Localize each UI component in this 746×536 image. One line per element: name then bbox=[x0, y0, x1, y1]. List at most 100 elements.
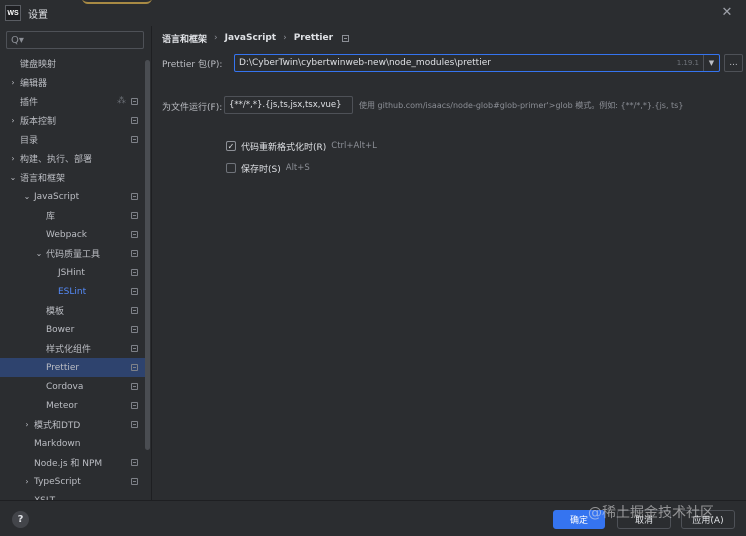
sidebar-item[interactable]: Cordova bbox=[0, 377, 148, 396]
sidebar-item-label: 构建、执行、部署 bbox=[20, 155, 93, 165]
project-scope-icon bbox=[131, 383, 138, 390]
chevron-icon[interactable]: › bbox=[8, 78, 18, 87]
chevron-down-icon[interactable]: ▼ bbox=[703, 55, 719, 71]
on-reformat-option[interactable]: ✓ 代码重新格式化时(R) Ctrl+Alt+L bbox=[226, 138, 377, 154]
sidebar-item-label: 语言和框架 bbox=[20, 174, 66, 184]
sidebar-item[interactable]: XSLT bbox=[0, 491, 148, 501]
sidebar-item[interactable]: Bower bbox=[0, 320, 148, 339]
sidebar-item[interactable]: Node.js 和 NPM bbox=[0, 453, 148, 472]
sidebar-item-label: 键盘映射 bbox=[20, 60, 57, 70]
run-for-files-row: 为文件运行(F): {**/*,*}.{js,ts,jsx,tsx,vue} 使… bbox=[162, 96, 742, 114]
chevron-icon[interactable]: ⌄ bbox=[22, 192, 32, 201]
sidebar-item-label: 样式化组件 bbox=[46, 345, 92, 355]
sidebar-item-label: 版本控制 bbox=[20, 117, 57, 127]
sidebar-item[interactable]: Markdown bbox=[0, 434, 148, 453]
sidebar-item[interactable]: › 构建、执行、部署 bbox=[0, 149, 148, 168]
on-save-label: 保存时(S) bbox=[241, 164, 281, 175]
project-scope-icon bbox=[131, 326, 138, 333]
close-icon[interactable]: ✕ bbox=[720, 5, 734, 20]
project-scope-icon bbox=[131, 364, 138, 371]
project-scope-icon bbox=[131, 345, 138, 352]
chevron-icon[interactable]: › bbox=[22, 420, 32, 429]
sidebar-item[interactable]: › 编辑器 bbox=[0, 73, 148, 92]
chevron-icon[interactable]: ⌄ bbox=[8, 173, 18, 182]
prettier-package-row: Prettier 包(P): D:\CyberTwin\cybertwinweb… bbox=[162, 54, 746, 72]
chevron-icon[interactable]: ⌄ bbox=[34, 249, 44, 258]
project-scope-icon bbox=[131, 307, 138, 314]
translate-icon: ⁂ bbox=[117, 96, 126, 106]
search-icon: Q▾ bbox=[11, 34, 24, 46]
sidebar-item-label: Bower bbox=[46, 324, 75, 335]
prettier-version-label: 1.19.1 bbox=[676, 59, 699, 67]
sidebar-item-label: TypeScript bbox=[34, 476, 81, 487]
sidebar-item-label: 模板 bbox=[46, 307, 65, 317]
sidebar-item-label: 代码质量工具 bbox=[46, 250, 101, 260]
chevron-icon[interactable]: › bbox=[8, 116, 18, 125]
annotation-scribble bbox=[82, 0, 152, 4]
sidebar-item[interactable]: › 版本控制 bbox=[0, 111, 148, 130]
breadcrumb-item: JavaScript bbox=[224, 33, 277, 43]
project-scope-icon bbox=[131, 288, 138, 295]
sidebar-item-label: Meteor bbox=[46, 400, 78, 411]
chevron-icon[interactable]: › bbox=[22, 477, 32, 486]
sidebar-item[interactable]: Prettier bbox=[0, 358, 148, 377]
help-icon[interactable]: ? bbox=[12, 511, 29, 528]
sidebar-item-label: ESLint bbox=[58, 286, 87, 297]
project-scope-icon bbox=[131, 459, 138, 466]
breadcrumb: 语言和框架 › JavaScript › Prettier bbox=[162, 30, 350, 46]
sidebar-item[interactable]: 库 bbox=[0, 206, 148, 225]
sidebar-item[interactable]: ⌄ 语言和框架 bbox=[0, 168, 148, 187]
sidebar-item[interactable]: JSHint bbox=[0, 263, 148, 282]
project-scope-icon bbox=[131, 212, 138, 219]
sidebar-item-label: 编辑器 bbox=[20, 79, 48, 89]
glob-pattern-hint: 使用 github.com/isaacs/node-glob#glob-prim… bbox=[359, 101, 684, 110]
sidebar-item-label: Cordova bbox=[46, 381, 84, 392]
sidebar-item[interactable]: 模板 bbox=[0, 301, 148, 320]
title-bar: WS 设置 ✕ bbox=[0, 0, 746, 26]
breadcrumb-item: Prettier bbox=[293, 33, 334, 43]
sidebar-item[interactable]: Meteor bbox=[0, 396, 148, 415]
project-scope-icon bbox=[131, 98, 138, 105]
sidebar-item-label: 目录 bbox=[20, 136, 39, 146]
sidebar-item[interactable]: 样式化组件 bbox=[0, 339, 148, 358]
sidebar-item[interactable]: 键盘映射 bbox=[0, 54, 148, 73]
chevron-icon[interactable]: › bbox=[8, 154, 18, 163]
sidebar-item[interactable]: › 模式和DTD bbox=[0, 415, 148, 434]
breadcrumb-separator-icon: › bbox=[214, 33, 218, 43]
browse-button[interactable]: ... bbox=[724, 54, 743, 72]
on-save-shortcut: Alt+S bbox=[285, 163, 310, 173]
sidebar-item[interactable]: 目录 bbox=[0, 130, 148, 149]
sidebar-item[interactable]: › TypeScript bbox=[0, 472, 148, 491]
webstorm-logo-icon: WS bbox=[5, 5, 21, 21]
window-title: 设置 bbox=[28, 9, 48, 21]
settings-sidebar: Q▾ 键盘映射 › 编辑器 插件 ⁂ › 版本控制 目录 › 构建、执行、部署 ⌄ 语言和框架 ⌄ Jav… bbox=[0, 26, 152, 500]
settings-tree: 键盘映射 › 编辑器 插件 ⁂ › 版本控制 目录 › 构建、执行、部署 ⌄ 语言和框架 ⌄ JavaSc… bbox=[0, 54, 148, 500]
sidebar-item[interactable]: 插件 ⁂ bbox=[0, 92, 148, 111]
prettier-package-value: D:\CyberTwin\cybertwinweb-new\node_modul… bbox=[239, 58, 491, 68]
sidebar-item[interactable]: ESLint bbox=[0, 282, 148, 301]
project-scope-icon bbox=[131, 117, 138, 124]
sidebar-scrollbar[interactable] bbox=[145, 60, 150, 450]
on-save-checkbox[interactable] bbox=[226, 163, 236, 173]
project-scope-icon bbox=[131, 269, 138, 276]
sidebar-item-label: JSHint bbox=[58, 267, 85, 278]
project-scope-icon bbox=[131, 136, 138, 143]
project-scope-icon bbox=[131, 250, 138, 257]
project-scope-icon bbox=[131, 193, 138, 200]
sidebar-item-label: 插件 bbox=[20, 98, 39, 108]
sidebar-item[interactable]: ⌄ JavaScript bbox=[0, 187, 148, 206]
sidebar-item[interactable]: Webpack bbox=[0, 225, 148, 244]
prettier-package-combo[interactable]: D:\CyberTwin\cybertwinweb-new\node_modul… bbox=[234, 54, 720, 72]
on-reformat-label: 代码重新格式化时(R) bbox=[241, 142, 327, 153]
project-scope-icon bbox=[131, 478, 138, 485]
run-for-files-input[interactable]: {**/*,*}.{js,ts,jsx,tsx,vue} bbox=[224, 96, 353, 114]
on-reformat-checkbox[interactable]: ✓ bbox=[226, 141, 236, 151]
project-scope-icon bbox=[131, 421, 138, 428]
sidebar-item-label: Node.js 和 NPM bbox=[34, 459, 103, 469]
project-scope-icon bbox=[131, 402, 138, 409]
sidebar-item-label: Markdown bbox=[34, 438, 81, 449]
sidebar-item[interactable]: ⌄ 代码质量工具 bbox=[0, 244, 148, 263]
search-input[interactable]: Q▾ bbox=[6, 31, 144, 49]
on-save-option[interactable]: 保存时(S) Alt+S bbox=[226, 160, 310, 176]
sidebar-item-label: Prettier bbox=[46, 362, 80, 373]
